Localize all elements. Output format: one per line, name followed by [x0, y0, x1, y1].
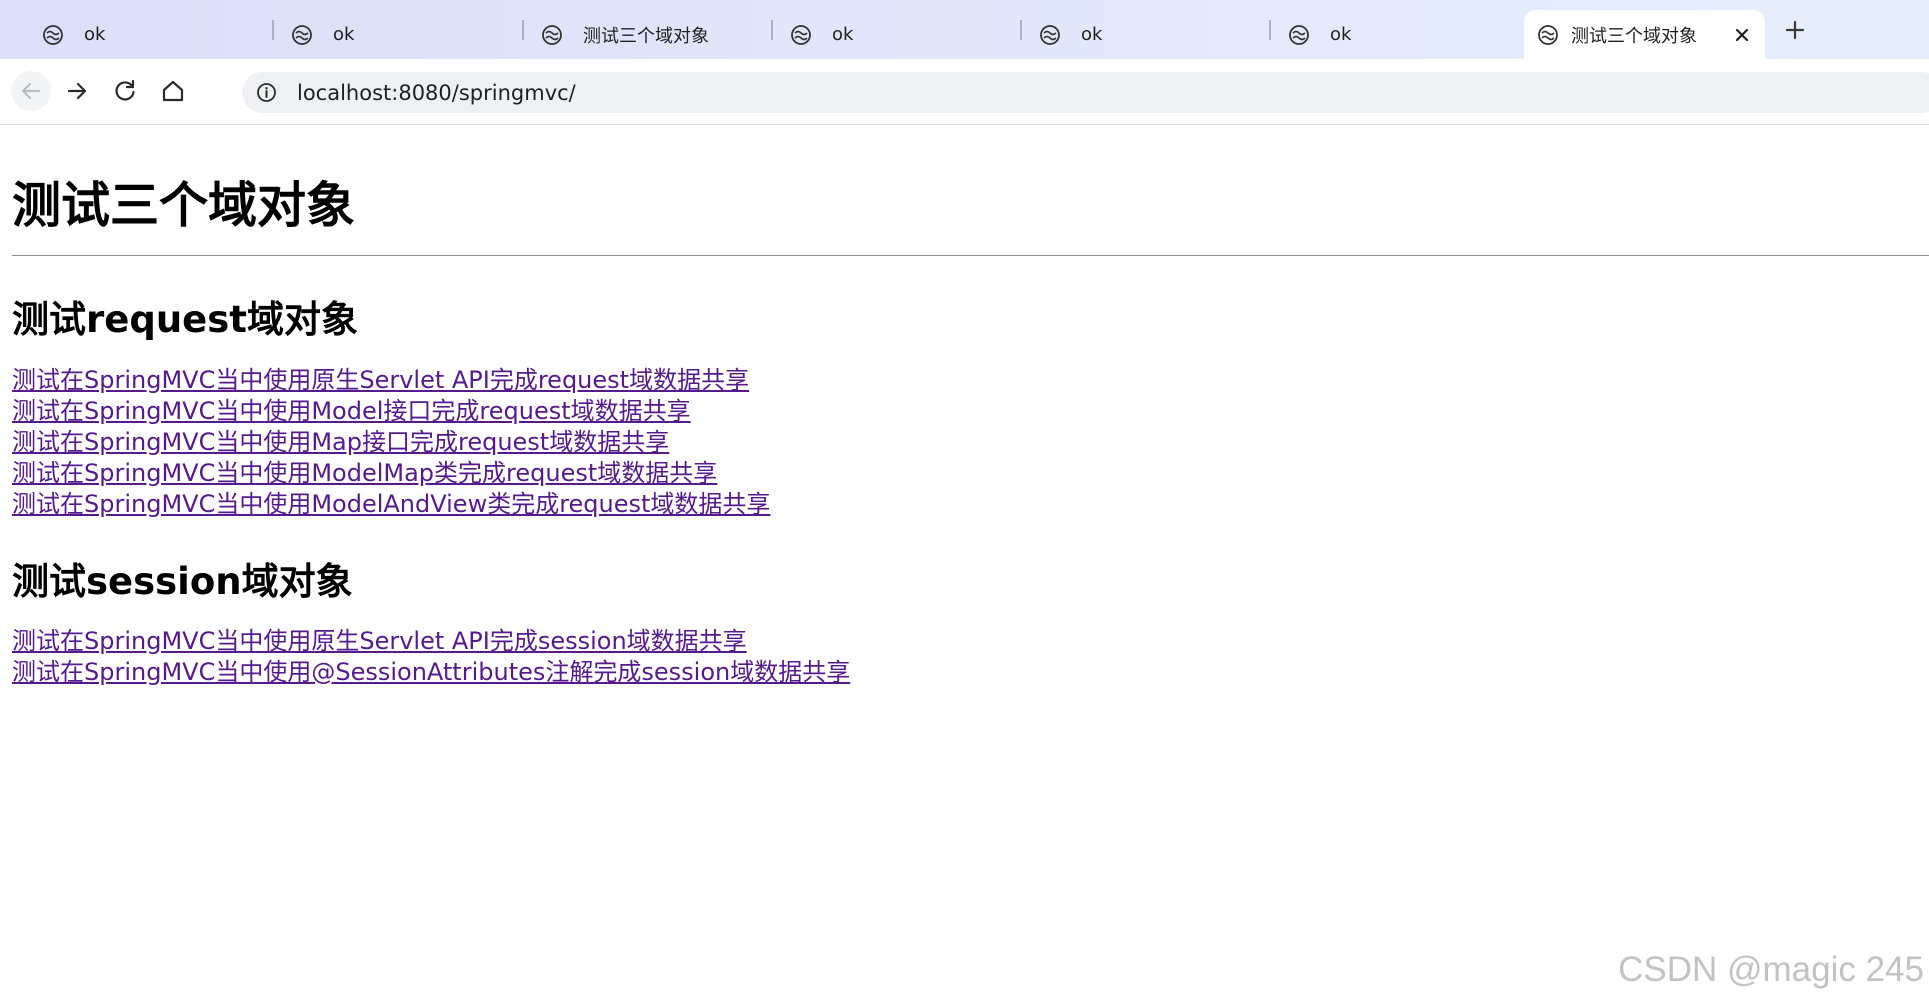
home-button[interactable] [153, 71, 193, 111]
tab-title: ok [84, 24, 106, 45]
request-link-model[interactable]: 测试在SpringMVC当中使用Model接口完成request域数据共享 [12, 397, 691, 425]
url-text: localhost:8080/springmvc/ [297, 81, 576, 105]
tab-7-active[interactable]: 测试三个域对象 [1524, 10, 1765, 59]
arrow-right-icon [67, 82, 87, 100]
session-link-list: 测试在SpringMVC当中使用原生Servlet API完成session域数… [12, 626, 850, 688]
session-section-heading: 测试session域对象 [12, 560, 353, 603]
tab-title: ok [832, 24, 854, 45]
arrow-left-icon [21, 82, 41, 100]
page-content: 测试三个域对象 测试request域对象 测试在SpringMVC当中使用原生S… [0, 126, 1929, 994]
globe-icon [1040, 24, 1060, 45]
list-item: 测试在SpringMVC当中使用ModelAndView类完成request域数… [12, 489, 770, 520]
request-link-modelandview[interactable]: 测试在SpringMVC当中使用ModelAndView类完成request域数… [12, 490, 770, 518]
back-button[interactable] [11, 71, 51, 111]
request-link-map[interactable]: 测试在SpringMVC当中使用Map接口完成request域数据共享 [12, 428, 669, 456]
list-item: 测试在SpringMVC当中使用Map接口完成request域数据共享 [12, 427, 770, 458]
tab-title: ok [333, 24, 355, 45]
list-item: 测试在SpringMVC当中使用@SessionAttributes注解完成se… [12, 657, 850, 688]
list-item: 测试在SpringMVC当中使用Model接口完成request域数据共享 [12, 396, 770, 427]
divider [12, 255, 1929, 256]
tab-separator [522, 20, 524, 40]
tab-title: 测试三个域对象 [1571, 25, 1697, 47]
request-section-heading: 测试request域对象 [12, 298, 358, 341]
globe-icon [1538, 24, 1558, 45]
tab-title: 测试三个域对象 [583, 25, 709, 47]
tab-1[interactable]: ok [42, 10, 272, 59]
request-link-servlet-api[interactable]: 测试在SpringMVC当中使用原生Servlet API完成request域数… [12, 366, 749, 394]
request-link-modelmap[interactable]: 测试在SpringMVC当中使用ModelMap类完成request域数据共享 [12, 459, 717, 487]
reload-icon [115, 79, 135, 101]
session-link-sessionattributes[interactable]: 测试在SpringMVC当中使用@SessionAttributes注解完成se… [12, 658, 850, 686]
tab-separator [272, 20, 274, 40]
tab-5[interactable]: ok [1039, 10, 1269, 59]
list-item: 测试在SpringMVC当中使用原生Servlet API完成request域数… [12, 365, 770, 396]
tab-separator [771, 20, 773, 40]
tab-separator [1020, 20, 1022, 40]
globe-icon [542, 24, 562, 45]
globe-icon [791, 24, 811, 45]
new-tab-icon[interactable] [1781, 16, 1809, 44]
globe-icon [43, 24, 63, 45]
close-icon[interactable] [1733, 26, 1751, 44]
forward-button[interactable] [57, 71, 97, 111]
home-icon [162, 80, 184, 102]
tab-6[interactable]: ok [1288, 10, 1518, 59]
browser-toolbar: localhost:8080/springmvc/ [0, 59, 1929, 125]
globe-icon [1289, 24, 1309, 45]
tab-4[interactable]: ok [790, 10, 1020, 59]
globe-icon [292, 24, 312, 45]
info-icon[interactable] [256, 82, 277, 103]
tab-title: ok [1330, 24, 1352, 45]
session-link-servlet-api[interactable]: 测试在SpringMVC当中使用原生Servlet API完成session域数… [12, 627, 747, 655]
list-item: 测试在SpringMVC当中使用原生Servlet API完成session域数… [12, 626, 850, 657]
request-link-list: 测试在SpringMVC当中使用原生Servlet API完成request域数… [12, 365, 770, 520]
tab-3[interactable]: 测试三个域对象 [541, 10, 771, 59]
reload-button[interactable] [105, 71, 145, 111]
page-title: 测试三个域对象 [12, 177, 356, 234]
address-bar[interactable]: localhost:8080/springmvc/ [242, 72, 1929, 113]
tab-title: ok [1081, 24, 1103, 45]
tab-strip: ok ok 测试三个域对象 ok ok ok 测试三个域对象 [0, 0, 1929, 59]
list-item: 测试在SpringMVC当中使用ModelMap类完成request域数据共享 [12, 458, 770, 489]
watermark: CSDN @magic 245 [1618, 950, 1924, 989]
tab-separator [1269, 20, 1271, 40]
tab-2[interactable]: ok [291, 10, 521, 59]
